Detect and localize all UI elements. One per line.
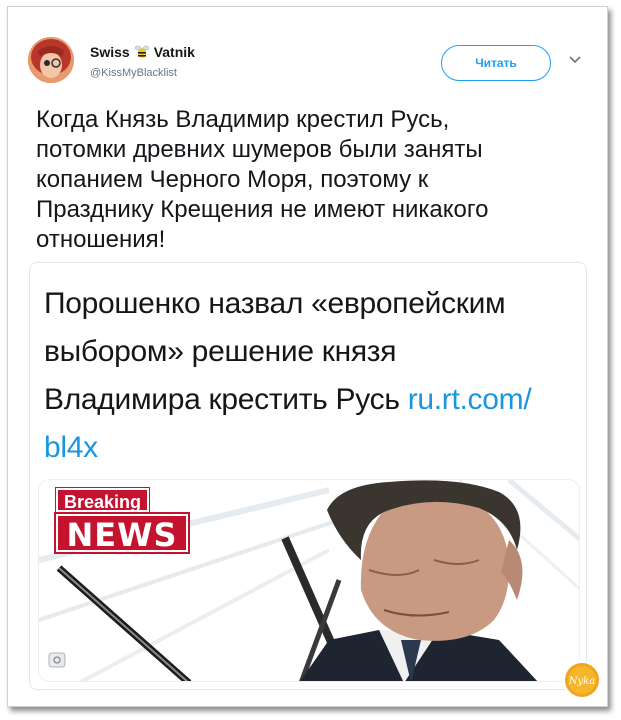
quoted-line-text: Владимира крестить Русь xyxy=(44,383,408,416)
avatar[interactable] xyxy=(28,37,74,83)
watermark-text: Nyka xyxy=(568,676,595,687)
chevron-down-icon[interactable] xyxy=(568,55,582,65)
user-handle[interactable]: @KissMyBlacklist xyxy=(90,67,177,79)
user-name-first[interactable]: Swiss xyxy=(90,44,130,60)
breaking-news-badge: Breaking NEWS xyxy=(54,487,190,554)
user-name-second[interactable]: Vatnik xyxy=(154,44,195,60)
quoted-line: выбором» решение князя xyxy=(44,335,397,368)
badge-breaking-label: Breaking xyxy=(54,487,151,513)
quoted-tweet-text: Порошенко назвал «европейским выбором» р… xyxy=(44,280,584,472)
tweet-line: потомки древних шумеров были заняты xyxy=(36,136,483,163)
quoted-line: bl4x xyxy=(44,424,584,472)
tweet-line: Когда Князь Владимир крестил Русь, xyxy=(36,106,450,133)
tweet-text: Когда Князь Владимир крестил Русь, потом… xyxy=(36,105,576,255)
quoted-line: Владимира крестить Русь ru.rt.com/ xyxy=(44,376,584,424)
user-name-row[interactable]: Swiss Vatnik xyxy=(90,44,195,60)
follow-button[interactable]: Читать xyxy=(441,45,551,81)
gif-media-icon[interactable] xyxy=(48,652,66,668)
avatar-image xyxy=(28,37,74,83)
tweet-line: Празднику Крещения не имеют никакого xyxy=(36,196,489,223)
tweet-line: отношения! xyxy=(36,226,166,253)
quoted-line: Порошенко назвал «европейским xyxy=(44,287,506,320)
tweet-line: копанием Черного Моря, поэтому к xyxy=(36,166,429,193)
quoted-link-continued[interactable]: bl4x xyxy=(44,431,98,464)
badge-news-label: NEWS xyxy=(54,512,190,554)
quoted-link[interactable]: ru.rt.com/ xyxy=(408,383,532,416)
bee-icon xyxy=(134,44,150,60)
watermark-logo: Nyka xyxy=(563,661,601,699)
